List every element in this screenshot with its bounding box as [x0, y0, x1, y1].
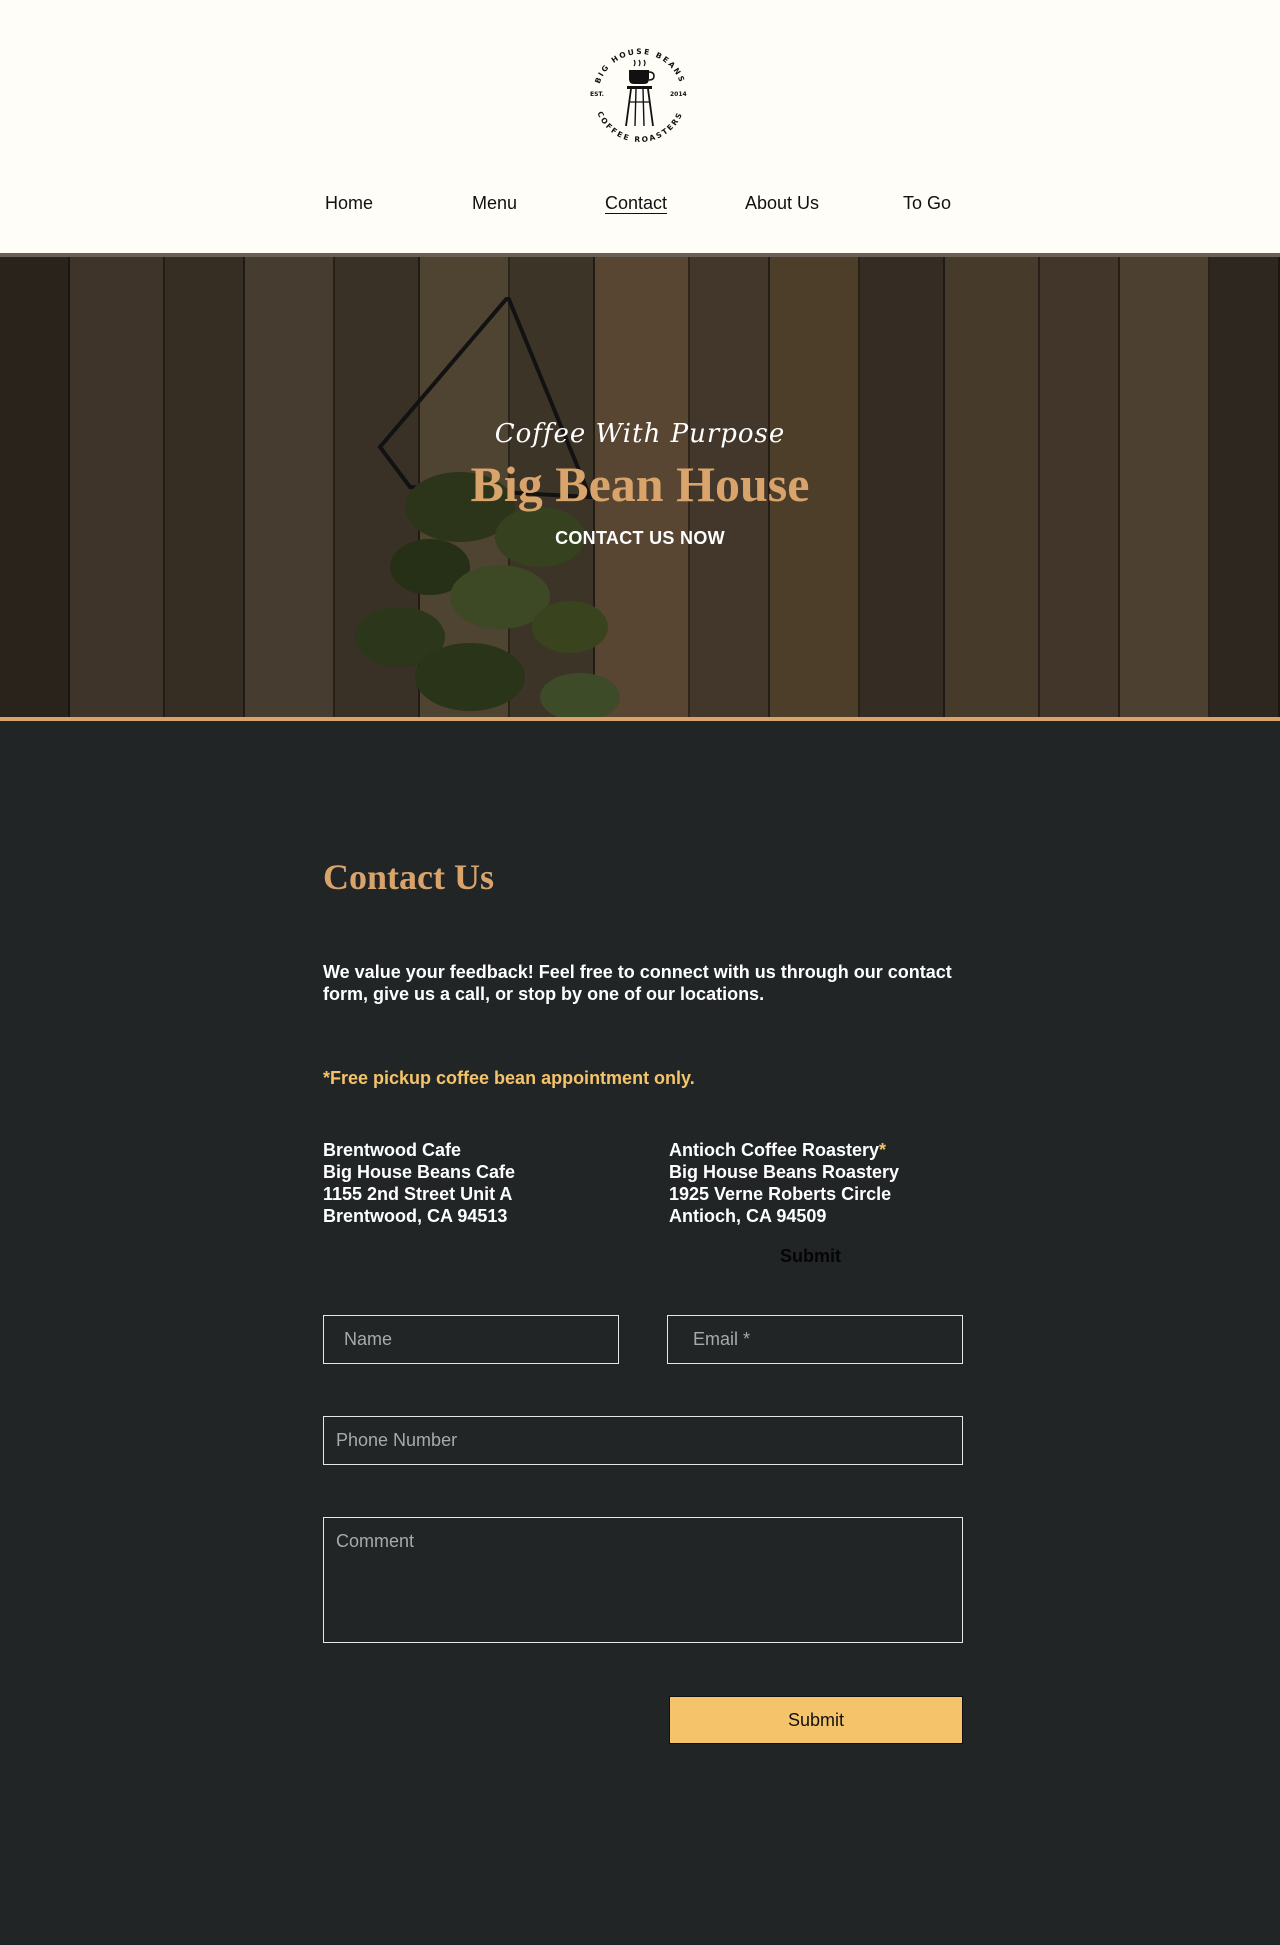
- submit-button[interactable]: Submit: [669, 1696, 963, 1744]
- location-street: 1155 2nd Street Unit A: [323, 1184, 513, 1204]
- email-input[interactable]: [667, 1315, 963, 1364]
- location-business: Big House Beans Roastery: [669, 1162, 900, 1182]
- location-name: Antioch Coffee Roastery*: [669, 1140, 887, 1160]
- brand-logo[interactable]: BIG HOUSE BEANS COFFEE ROASTERS EST. 201…: [584, 44, 696, 148]
- hero-divider: [0, 717, 1280, 721]
- hero-title: Big Bean House: [470, 456, 810, 512]
- phone-input[interactable]: [323, 1416, 963, 1465]
- location-brentwood: Brentwood Cafe Big House Beans Cafe 1155…: [323, 1139, 515, 1227]
- nav-home[interactable]: Home: [325, 193, 373, 214]
- pickup-notice: *Free pickup coffee bean appointment onl…: [323, 1068, 695, 1088]
- svg-text:COFFEE ROASTERS: COFFEE ROASTERS: [595, 110, 684, 144]
- svg-text:EST.: EST.: [590, 91, 604, 98]
- nav-contact[interactable]: Contact: [605, 193, 667, 214]
- nav-menu[interactable]: Menu: [472, 193, 517, 214]
- hero-banner: Coffee With Purpose Big Bean House CONTA…: [0, 257, 1280, 717]
- location-city: Antioch, CA 94509: [669, 1206, 827, 1226]
- main-nav: Home Menu Contact About Us To Go: [0, 193, 1280, 221]
- svg-text:2014: 2014: [670, 91, 687, 98]
- contact-us-now-link[interactable]: CONTACT US NOW: [0, 528, 1280, 549]
- comment-textarea[interactable]: [323, 1517, 963, 1643]
- hero-tagline: Coffee With Purpose: [494, 419, 786, 449]
- name-input[interactable]: [323, 1315, 619, 1364]
- nav-to-go[interactable]: To Go: [903, 193, 951, 214]
- location-antioch: Antioch Coffee Roastery* Big House Beans…: [669, 1139, 899, 1227]
- contact-intro: We value your feedback! Feel free to con…: [323, 962, 952, 1004]
- location-street: 1925 Verne Roberts Circle: [669, 1184, 892, 1204]
- nav-about-us[interactable]: About Us: [745, 193, 819, 214]
- site-header: BIG HOUSE BEANS COFFEE ROASTERS EST. 201…: [0, 0, 1280, 253]
- location-business: Big House Beans Cafe: [323, 1162, 516, 1182]
- location-city: Brentwood, CA 94513: [323, 1206, 508, 1226]
- contact-title: Contact Us: [323, 857, 494, 897]
- location-name: Brentwood Cafe: [323, 1140, 462, 1160]
- hidden-submit-label: Submit: [780, 1246, 841, 1266]
